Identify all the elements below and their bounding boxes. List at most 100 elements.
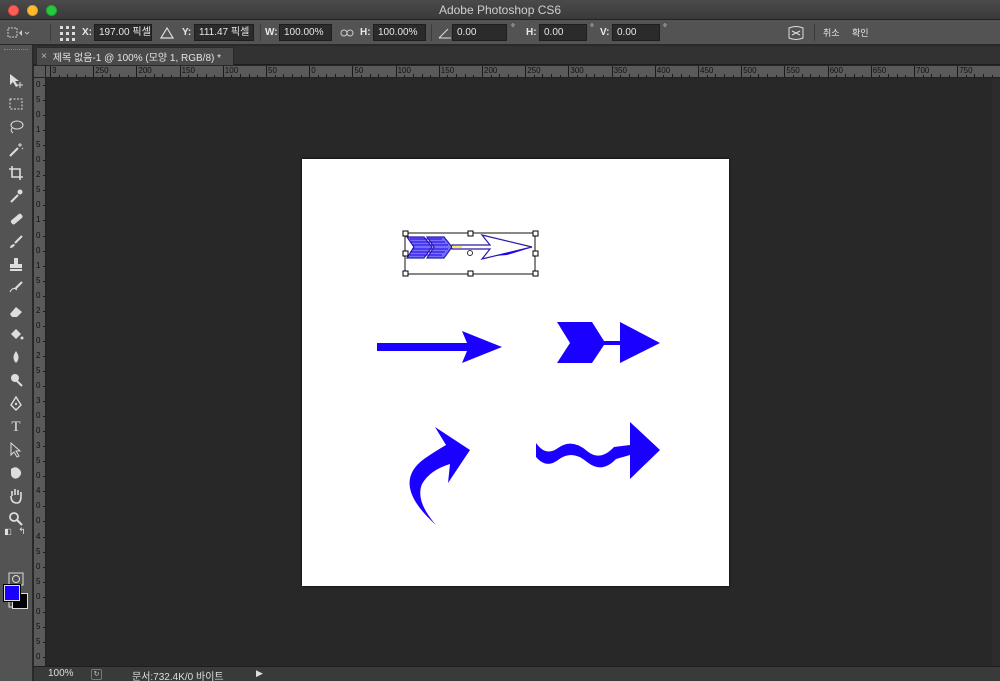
- dodge-tool[interactable]: [4, 370, 28, 390]
- selected-feather-arrow[interactable]: [402, 230, 539, 277]
- move-icon: [10, 74, 23, 88]
- curved-arrow-shape[interactable]: [409, 427, 470, 525]
- move-transform-icon: [7, 27, 30, 37]
- ruler-h-label: 300: [570, 66, 584, 75]
- ruler-h-label: 500: [743, 66, 757, 75]
- ruler-v-label: 3: [36, 396, 41, 406]
- path-selection-tool[interactable]: [4, 440, 28, 460]
- straight-arrow-shape[interactable]: [377, 331, 502, 363]
- height-field[interactable]: 100.00%: [373, 24, 426, 41]
- horizontal-ruler[interactable]: 3 250 200 150 100 50 0 50 100 150 200 250 300 350 400 4…: [46, 66, 1000, 78]
- skew-h-field[interactable]: 0.00: [539, 24, 587, 41]
- skew-v-unit: °: [663, 23, 667, 34]
- pen-tool[interactable]: [4, 394, 28, 414]
- eraser-tool[interactable]: [4, 301, 28, 321]
- width-field[interactable]: 100.00%: [279, 24, 332, 41]
- custom-shape-icon: [11, 467, 22, 479]
- ruler-h-label: 150: [440, 66, 455, 75]
- ruler-h-label: 600: [829, 66, 843, 75]
- ruler-h-label: 50: [354, 66, 364, 75]
- ruler-v-label: 0: [36, 320, 41, 330]
- width-label: W:: [265, 27, 278, 38]
- app-title: Adobe Photoshop CS6: [438, 3, 562, 17]
- ruler-v-label: 0: [36, 471, 41, 481]
- relative-position-toggle[interactable]: [160, 20, 174, 45]
- ruler-v-label: 0: [36, 200, 41, 210]
- ruler-h-label: 100: [397, 66, 411, 75]
- hand-tool[interactable]: [4, 486, 28, 506]
- commit-transform-button[interactable]: 확인: [852, 26, 869, 39]
- document-info: 문서:732.4K/0 바이트: [132, 672, 224, 681]
- rotate-label: [438, 20, 452, 45]
- clone-stamp-tool[interactable]: [4, 255, 28, 275]
- vertical-scrollbar[interactable]: [992, 79, 1000, 666]
- ruler-v-label: 3: [36, 441, 41, 451]
- move-tool[interactable]: [4, 71, 28, 91]
- quick-mask-icon: [8, 572, 24, 586]
- brush-tool[interactable]: [4, 232, 28, 252]
- blur-tool[interactable]: [4, 347, 28, 367]
- ruler-h-label: 200: [138, 66, 152, 75]
- hand-icon: [10, 489, 22, 504]
- close-tab-icon[interactable]: ×: [41, 51, 47, 62]
- panel-grip[interactable]: [4, 49, 28, 52]
- type-tool[interactable]: T: [4, 417, 28, 437]
- ruler-h-label: 250: [527, 66, 541, 75]
- crop-tool[interactable]: [4, 163, 28, 183]
- skew-h-unit: °: [590, 23, 594, 34]
- custom-shape-tool[interactable]: [4, 463, 28, 483]
- status-bar: 100% ↻ 문서:732.4K/0 바이트 ▶: [34, 666, 1000, 681]
- ruler-h-label: 650: [872, 66, 887, 75]
- skew-h-label: H:: [526, 27, 537, 38]
- status-menu-button[interactable]: ▶: [254, 669, 265, 680]
- history-brush-icon: [9, 281, 23, 293]
- link-proportions-button[interactable]: [340, 20, 354, 45]
- ruler-v-label: 0: [36, 516, 41, 526]
- warp-mode-button[interactable]: [787, 20, 805, 45]
- healing-brush-tool[interactable]: [4, 209, 28, 229]
- brush-icon: [10, 235, 23, 248]
- eyedropper-tool[interactable]: [4, 186, 28, 206]
- swap-colors-button[interactable]: ↰: [16, 525, 28, 537]
- ruler-v-label: 2: [36, 170, 41, 180]
- ruler-v-label: 0: [36, 411, 41, 421]
- zoom-level[interactable]: 100%: [48, 668, 74, 679]
- history-brush-tool[interactable]: [4, 278, 28, 298]
- ruler-h-label: 200: [484, 66, 498, 75]
- marquee-tool[interactable]: [4, 94, 28, 114]
- cancel-transform-button[interactable]: 취소: [823, 26, 840, 39]
- lasso-tool[interactable]: [4, 117, 28, 137]
- rotate-unit: °: [511, 23, 515, 34]
- ruler-h-label: 750: [959, 66, 973, 75]
- wavy-arrow-shape[interactable]: [536, 422, 660, 479]
- ruler-v-label: 0: [36, 155, 41, 165]
- ruler-v-label: 0: [36, 651, 41, 661]
- paint-bucket-tool[interactable]: [4, 324, 28, 344]
- document-canvas[interactable]: [302, 159, 729, 586]
- default-colors-button[interactable]: ◧: [2, 525, 14, 537]
- paint-bucket-icon: [11, 329, 24, 340]
- foreground-color-swatch[interactable]: [3, 584, 21, 602]
- ruler-v-label: 0: [36, 245, 41, 255]
- magic-wand-tool[interactable]: [4, 140, 28, 160]
- rotate-field[interactable]: 0.00: [452, 24, 507, 41]
- skew-v-field[interactable]: 0.00: [612, 24, 660, 41]
- ruler-v-label: 0: [36, 591, 41, 601]
- y-position-field[interactable]: 111.47 픽셀: [194, 24, 254, 41]
- ruler-h-label: 450: [700, 66, 714, 75]
- x-position-field[interactable]: 197.00 픽셀: [94, 24, 152, 41]
- ruler-v-label: 5: [36, 275, 41, 285]
- triangle-icon: [160, 26, 174, 39]
- status-settings-button[interactable]: ↻: [91, 669, 102, 680]
- vertical-ruler[interactable]: 0 5 0 1 5 0 2 5 0 1 0 0 1 5 0 2 0 0 2 5 0 3 0 0 3 5 0 4 0 0 4 5 0 5 0 0 5 5 0: [34, 78, 46, 666]
- tool-preset-picker[interactable]: [6, 20, 30, 45]
- ruler-origin[interactable]: [34, 66, 46, 78]
- ruler-h-label: 550: [786, 66, 800, 75]
- reference-grid-icon: [60, 25, 75, 41]
- ruler-h-label: 100: [224, 66, 239, 75]
- reference-point-locator[interactable]: [58, 20, 78, 45]
- fletched-arrow-shape[interactable]: [557, 322, 660, 363]
- ruler-v-label: 0: [36, 230, 41, 240]
- magic-wand-icon: [9, 143, 24, 157]
- document-tab[interactable]: × 제목 없음-1 @ 100% (모양 1, RGB/8) *: [36, 47, 234, 65]
